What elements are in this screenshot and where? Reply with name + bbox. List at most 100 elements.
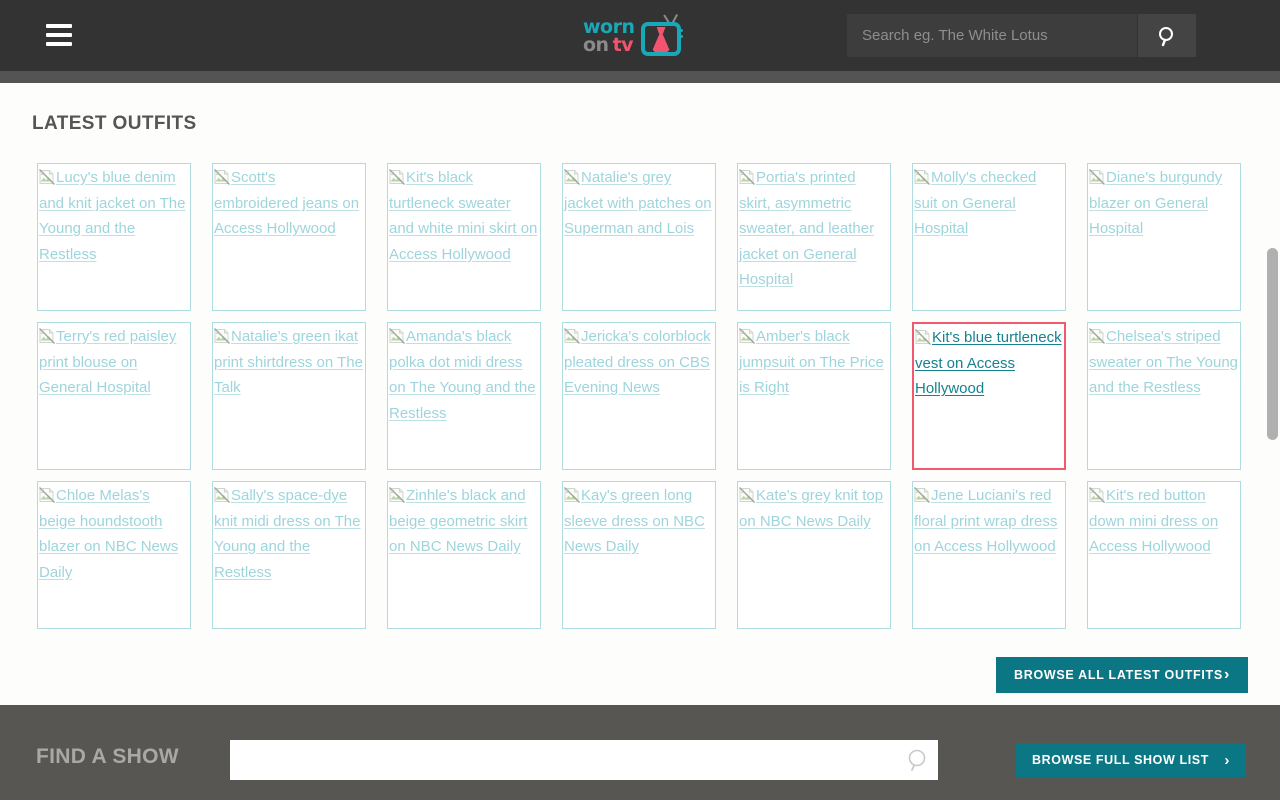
outfit-card[interactable]: Portia's printed skirt, asymmetric sweat… (737, 163, 891, 311)
broken-image-icon (389, 487, 405, 503)
broken-image-icon (214, 169, 230, 185)
outfit-card-alt-text: Jene Luciani's red floral print wrap dre… (914, 487, 1058, 556)
outfit-card[interactable]: Chloe Melas's beige houndstooth blazer o… (37, 481, 191, 629)
outfit-card[interactable]: Sally's space-dye knit midi dress on The… (212, 481, 366, 629)
outfit-card-link[interactable]: Kit's red button down mini dress on Acce… (1088, 482, 1240, 560)
outfit-card[interactable]: Chelsea's striped sweater on The Young a… (1087, 322, 1241, 470)
outfit-card-alt-text: Terry's red paisley print blouse on Gene… (39, 328, 177, 397)
outfit-card[interactable]: Lucy's blue denim and knit jacket on The… (37, 163, 191, 311)
outfit-card[interactable]: Jericka's colorblock pleated dress on CB… (562, 322, 716, 470)
main-content: LATEST OUTFITS Lucy's blue denim and kni… (0, 83, 1280, 705)
outfit-card[interactable]: Amber's black jumpsuit on The Price is R… (737, 322, 891, 470)
page-scrollbar[interactable] (1265, 83, 1280, 705)
outfit-card[interactable]: Kit's black turtleneck sweater and white… (387, 163, 541, 311)
outfit-card-alt-text: Kay's green long sleeve dress on NBC New… (564, 487, 705, 556)
outfit-card[interactable]: Diane's burgundy blazer on General Hospi… (1087, 163, 1241, 311)
outfit-card-link[interactable]: Amanda's black polka dot midi dress on T… (388, 323, 540, 426)
broken-image-icon (39, 169, 55, 185)
search-icon (908, 749, 926, 771)
broken-image-icon (914, 169, 930, 185)
outfit-card[interactable]: Terry's red paisley print blouse on Gene… (37, 322, 191, 470)
broken-image-icon (389, 328, 405, 344)
outfit-card[interactable]: Kay's green long sleeve dress on NBC New… (562, 481, 716, 629)
outfit-card-link[interactable]: Portia's printed skirt, asymmetric sweat… (738, 164, 890, 293)
outfit-card-link[interactable]: Jericka's colorblock pleated dress on CB… (563, 323, 715, 401)
outfit-card-link[interactable]: Molly's checked suit on General Hospital (913, 164, 1065, 242)
broken-image-icon (1089, 487, 1105, 503)
show-search-submit[interactable] (896, 747, 938, 773)
show-search-input[interactable] (230, 741, 896, 779)
outfit-card-link[interactable]: Kate's grey knit top on NBC News Daily (738, 482, 890, 534)
outfit-card[interactable]: Natalie's grey jacket with patches on Su… (562, 163, 716, 311)
broken-image-icon (1089, 328, 1105, 344)
broken-image-icon (389, 487, 405, 503)
broken-image-icon (214, 328, 230, 344)
dress-icon (652, 27, 670, 52)
outfit-card[interactable]: Kate's grey knit top on NBC News Daily (737, 481, 891, 629)
hamburger-bar (46, 42, 72, 46)
outfit-card-alt-text: Natalie's green ikat print shirtdress on… (214, 328, 363, 397)
logo-wordmark: worn on tv (583, 17, 635, 56)
outfit-card-link[interactable]: Amber's black jumpsuit on The Price is R… (738, 323, 890, 401)
outfit-card-link[interactable]: Diane's burgundy blazer on General Hospi… (1088, 164, 1240, 242)
outfit-card-link[interactable]: Sally's space-dye knit midi dress on The… (213, 482, 365, 585)
outfit-card[interactable]: Jene Luciani's red floral print wrap dre… (912, 481, 1066, 629)
outfit-card-link[interactable]: Natalie's grey jacket with patches on Su… (563, 164, 715, 242)
broken-image-icon (914, 169, 930, 185)
outfit-card-link[interactable]: Scott's embroidered jeans on Access Holl… (213, 164, 365, 242)
broken-image-icon (564, 487, 580, 503)
broken-image-icon (915, 329, 931, 345)
search-submit-button[interactable] (1138, 14, 1196, 57)
outfit-card-link[interactable]: Chloe Melas's beige houndstooth blazer o… (38, 482, 190, 585)
hamburger-menu-icon[interactable] (46, 22, 72, 48)
page-title: LATEST OUTFITS (32, 113, 197, 134)
outfit-card-link[interactable]: Chelsea's striped sweater on The Young a… (1088, 323, 1240, 401)
outfit-card[interactable]: Zinhle's black and beige geometric skirt… (387, 481, 541, 629)
outfit-card[interactable]: Molly's checked suit on General Hospital (912, 163, 1066, 311)
outfit-card[interactable]: Natalie's green ikat print shirtdress on… (212, 322, 366, 470)
scrollbar-thumb[interactable] (1267, 248, 1278, 440)
outfit-card-alt-text: Amber's black jumpsuit on The Price is R… (739, 328, 884, 397)
outfit-card[interactable]: Scott's embroidered jeans on Access Holl… (212, 163, 366, 311)
outfit-card-link[interactable]: Kit's blue turtleneck vest on Access Hol… (914, 324, 1064, 402)
site-header: worn on tv (0, 0, 1280, 71)
broken-image-icon (214, 487, 230, 503)
logo-word-tv: tv (612, 34, 634, 56)
hamburger-bar (46, 24, 72, 28)
broken-image-icon (39, 328, 55, 344)
broken-image-icon (1089, 169, 1105, 185)
search-input[interactable] (847, 14, 1137, 57)
header-divider (0, 71, 1280, 83)
footer-button-label: BROWSE FULL SHOW LIST (1032, 753, 1209, 767)
outfit-card-link[interactable]: Kay's green long sleeve dress on NBC New… (563, 482, 715, 560)
browse-full-show-list-button[interactable]: BROWSE FULL SHOW LIST › (1016, 743, 1246, 777)
broken-image-icon (739, 169, 755, 185)
broken-image-icon (214, 328, 230, 344)
broken-image-icon (389, 328, 405, 344)
outfit-card-link[interactable]: Jene Luciani's red floral print wrap dre… (913, 482, 1065, 560)
outfit-card-link[interactable]: Lucy's blue denim and knit jacket on The… (38, 164, 190, 267)
broken-image-icon (564, 328, 580, 344)
outfit-card-link[interactable]: Zinhle's black and beige geometric skirt… (388, 482, 540, 560)
outfit-card[interactable]: Kit's blue turtleneck vest on Access Hol… (912, 322, 1066, 470)
browse-button-label: BROWSE ALL LATEST OUTFITS (1014, 668, 1223, 682)
outfit-card-link[interactable]: Kit's black turtleneck sweater and white… (388, 164, 540, 267)
outfit-card-link[interactable]: Terry's red paisley print blouse on Gene… (38, 323, 190, 401)
logo-word-on: on (583, 34, 609, 56)
broken-image-icon (739, 169, 755, 185)
outfit-grid: Lucy's blue denim and knit jacket on The… (37, 163, 1245, 629)
broken-image-icon (214, 169, 230, 185)
site-logo[interactable]: worn on tv (583, 12, 699, 60)
broken-image-icon (564, 328, 580, 344)
outfit-card[interactable]: Kit's red button down mini dress on Acce… (1087, 481, 1241, 629)
browse-all-latest-outfits-button[interactable]: BROWSE ALL LATEST OUTFITS › (996, 657, 1248, 693)
outfit-card[interactable]: Amanda's black polka dot midi dress on T… (387, 322, 541, 470)
broken-image-icon (1089, 328, 1105, 344)
broken-image-icon (39, 487, 55, 503)
outfit-card-link[interactable]: Natalie's green ikat print shirtdress on… (213, 323, 365, 401)
outfit-card-alt-text: Amanda's black polka dot midi dress on T… (389, 328, 536, 422)
broken-image-icon (739, 487, 755, 503)
outfit-card-alt-text: Kit's red button down mini dress on Acce… (1089, 487, 1219, 556)
chevron-right-icon: › (1224, 751, 1230, 769)
find-a-show-label: FIND A SHOW (36, 745, 179, 768)
